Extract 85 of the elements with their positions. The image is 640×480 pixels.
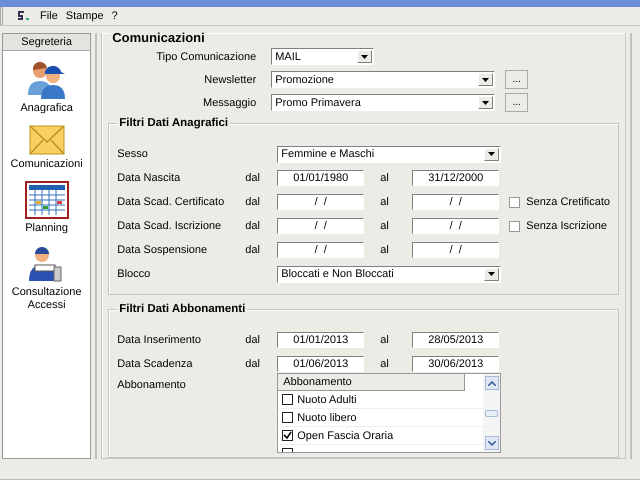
date-field[interactable]: / /	[277, 218, 364, 234]
group-title: Filtri Dati Anagrafici	[117, 117, 230, 129]
field-label: dal	[245, 220, 261, 232]
field-label: Data Scadenza	[117, 358, 194, 370]
field-label: dal	[245, 358, 261, 370]
menu-item[interactable]: Stampe	[64, 10, 105, 22]
field-label: Data Scad. Certificato	[117, 196, 226, 208]
caret-icon	[361, 54, 368, 58]
field-label: al	[379, 334, 390, 346]
field-label: dal	[245, 334, 261, 346]
list-item[interactable]: Nuoto libero	[297, 412, 357, 424]
field-label: Newsletter	[203, 74, 258, 86]
chevron-down-icon	[488, 440, 496, 446]
checkbox[interactable]	[282, 430, 294, 441]
browse-button[interactable]: ...	[505, 93, 528, 112]
date-field[interactable]: 31/12/2000	[412, 170, 500, 186]
list-item[interactable]: Nuoto Adulti	[297, 394, 357, 406]
envelope-icon[interactable]	[28, 125, 65, 155]
calendar-icon[interactable]	[24, 181, 69, 219]
scroll-down-button[interactable]	[484, 436, 499, 450]
field-label: Data Sospensione	[117, 244, 208, 256]
field-label: Blocco	[117, 268, 152, 280]
dropdown[interactable]: Promozione	[271, 71, 496, 88]
field-label: al	[379, 358, 390, 370]
list-item[interactable]: Open Fascia Oraria	[297, 430, 394, 442]
column-header[interactable]: Abbonamento	[278, 374, 466, 391]
menu-item[interactable]: ?	[110, 10, 119, 22]
scroll-up-button[interactable]	[484, 376, 499, 390]
group-title: Comunicazioni	[110, 30, 207, 45]
dropdown-arrow-button[interactable]	[478, 96, 494, 109]
caret-icon	[488, 152, 496, 156]
field-label: Sesso	[117, 148, 149, 160]
field-label: al	[379, 196, 390, 208]
sidebar-item[interactable]: Anagrafica	[20, 102, 73, 115]
date-field[interactable]: / /	[277, 194, 364, 210]
field-label: dal	[245, 244, 261, 256]
menu-item[interactable]: File	[39, 10, 59, 22]
checkbox-label[interactable]: Senza Iscrizione	[526, 220, 607, 232]
sidebar-item[interactable]: Consultazione Accessi	[3, 286, 90, 312]
date-field[interactable]: / /	[412, 194, 500, 210]
date-field[interactable]: 28/05/2013	[412, 332, 500, 348]
field-label: dal	[245, 172, 261, 184]
checkbox-label[interactable]: Senza Cretificato	[526, 196, 610, 208]
caret-icon	[482, 100, 490, 104]
chevron-up-icon	[488, 380, 496, 386]
checkbox[interactable]	[282, 394, 294, 405]
sidebar-item[interactable]: Planning	[25, 222, 68, 235]
field-label: Tipo Comunicazione	[155, 50, 258, 62]
date-field[interactable]: 01/06/2013	[277, 356, 364, 372]
dropdown-arrow-button[interactable]	[357, 50, 372, 63]
scroll-thumb[interactable]	[485, 410, 498, 416]
browse-button[interactable]: ...	[505, 70, 528, 89]
dropdown-arrow-button[interactable]	[484, 148, 500, 160]
sidebar-header[interactable]: Segreteria	[3, 34, 90, 51]
field-label: al	[379, 220, 390, 232]
app-icon[interactable]	[17, 10, 31, 22]
dropdown-arrow-button[interactable]	[484, 268, 500, 280]
people-icon[interactable]	[26, 61, 67, 99]
sidebar-item[interactable]: Comunicazioni	[10, 158, 83, 171]
field-label: Data Inserimento	[117, 334, 202, 346]
dropdown[interactable]: Promo Primavera	[271, 94, 496, 111]
date-field[interactable]: / /	[277, 242, 364, 258]
date-field[interactable]: / /	[412, 218, 500, 234]
date-field[interactable]: 30/06/2013	[412, 356, 500, 372]
field-label: dal	[245, 196, 261, 208]
checkbox[interactable]	[282, 412, 294, 423]
scrollbar[interactable]	[483, 374, 500, 452]
dropdown-arrow-button[interactable]	[478, 73, 494, 86]
group-title: Filtri Dati Abbonamenti	[117, 303, 248, 315]
caret-icon	[488, 272, 496, 276]
checkbox[interactable]	[509, 196, 520, 208]
field-label: Data Nascita	[117, 172, 182, 184]
date-field[interactable]: 01/01/2013	[277, 332, 364, 348]
date-field[interactable]: / /	[412, 242, 500, 258]
field-label: al	[379, 244, 390, 256]
field-label: Abbonamento	[117, 379, 187, 391]
field-label: Data Scad. Iscrizione	[117, 220, 222, 232]
caret-icon	[482, 78, 490, 82]
field-label: Messaggio	[202, 96, 258, 108]
date-field[interactable]: 01/01/1980	[277, 170, 364, 186]
dropdown[interactable]: Femmine e Maschi	[277, 146, 502, 162]
dropdown[interactable]: MAIL	[271, 48, 374, 65]
checkbox[interactable]	[509, 220, 520, 232]
field-label: al	[379, 172, 390, 184]
dropdown[interactable]: Bloccati e Non Bloccati	[277, 266, 502, 282]
